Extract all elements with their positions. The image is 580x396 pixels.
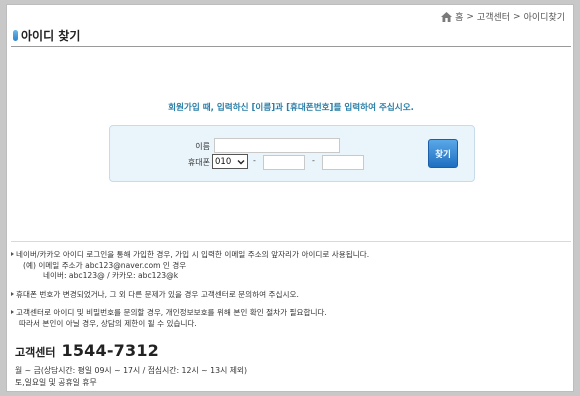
breadcrumb-home[interactable]: 홈 xyxy=(455,10,463,23)
notes-section: 네이버/카카오 아이디 로그인을 통해 가입한 경우, 가입 시 입력한 이메일… xyxy=(11,250,569,337)
breadcrumb-separator: > xyxy=(466,11,474,22)
hours-line: 토,일요일 및 공휴일 휴무 xyxy=(15,377,97,387)
page-frame: 홈 > 고객센터 > 아이디찾기 아이디 찾기 회원가입 때, 입력하신 [이름… xyxy=(6,4,574,392)
page-title: 아이디 찾기 xyxy=(21,29,81,43)
note-line: 네이버/카카오 아이디 로그인을 통해 가입한 경우, 가입 시 입력한 이메일… xyxy=(11,250,569,261)
call-center-heading: 고객센터 1544-7312 xyxy=(15,341,159,360)
phone-separator: - xyxy=(253,156,256,165)
breadcrumb: 홈 > 고객센터 > 아이디찾기 xyxy=(441,10,565,23)
phone-label: 휴대폰 xyxy=(187,158,210,167)
note-block: 고객센터로 아이디 및 비밀번호를 문의할 경우, 개인정보보호를 위해 본인 … xyxy=(11,308,569,329)
phone-prefix-value: 010 xyxy=(215,156,232,167)
find-button[interactable]: 찾기 xyxy=(428,139,458,168)
note-block: 네이버/카카오 아이디 로그인을 통해 가입한 경우, 가입 시 입력한 이메일… xyxy=(11,250,569,282)
title-marker-icon xyxy=(13,30,18,41)
find-id-form: 이름 휴대폰 010 - - 찾기 xyxy=(109,125,475,182)
breadcrumb-separator: > xyxy=(513,11,521,22)
phone-separator: - xyxy=(312,156,315,165)
note-line: 네이버: abc123@ / 카카오: abc123@k xyxy=(43,271,179,280)
chevron-down-icon xyxy=(237,159,245,164)
note-line: 따라서 본인이 아닐 경우, 상담의 제한이 될 수 있습니다. xyxy=(19,318,197,328)
note-line: 휴대폰 번호가 변경되었거나, 그 외 다른 문제가 있을 경우 고객센터로 문… xyxy=(11,290,569,301)
hours-line: 월 ~ 금(상담시간: 평일 09시 ~ 17시 / 점심시간: 12시 ~ 1… xyxy=(15,366,248,375)
home-icon[interactable] xyxy=(441,11,453,22)
phone-middle-input[interactable] xyxy=(263,155,305,170)
call-center-number: 1544-7312 xyxy=(61,341,159,360)
phone-prefix-select[interactable]: 010 xyxy=(212,154,248,169)
instruction-text: 회원가입 때, 입력하신 [이름]과 [휴대폰번호]를 입력하여 주십시오. xyxy=(168,103,414,113)
note-block: 휴대폰 번호가 변경되었거나, 그 외 다른 문제가 있을 경우 고객센터로 문… xyxy=(11,290,569,301)
name-label: 이름 xyxy=(195,142,210,151)
note-line: (예) 이메일 주소가 abc123@naver.com 인 경우 xyxy=(23,260,187,270)
breadcrumb-current: 아이디찾기 xyxy=(523,13,565,23)
page-header: 아이디 찾기 xyxy=(11,25,571,47)
phone-last-input[interactable] xyxy=(322,155,364,170)
note-line: 고객센터로 아이디 및 비밀번호를 문의할 경우, 개인정보보호를 위해 본인 … xyxy=(11,308,569,319)
call-center-label: 고객센터 xyxy=(15,346,56,359)
divider xyxy=(11,241,571,242)
name-input[interactable] xyxy=(214,138,340,153)
breadcrumb-customer-center[interactable]: 고객센터 xyxy=(477,10,510,23)
call-center-hours: 월 ~ 금(상담시간: 평일 09시 ~ 17시 / 점심시간: 12시 ~ 1… xyxy=(15,365,247,388)
